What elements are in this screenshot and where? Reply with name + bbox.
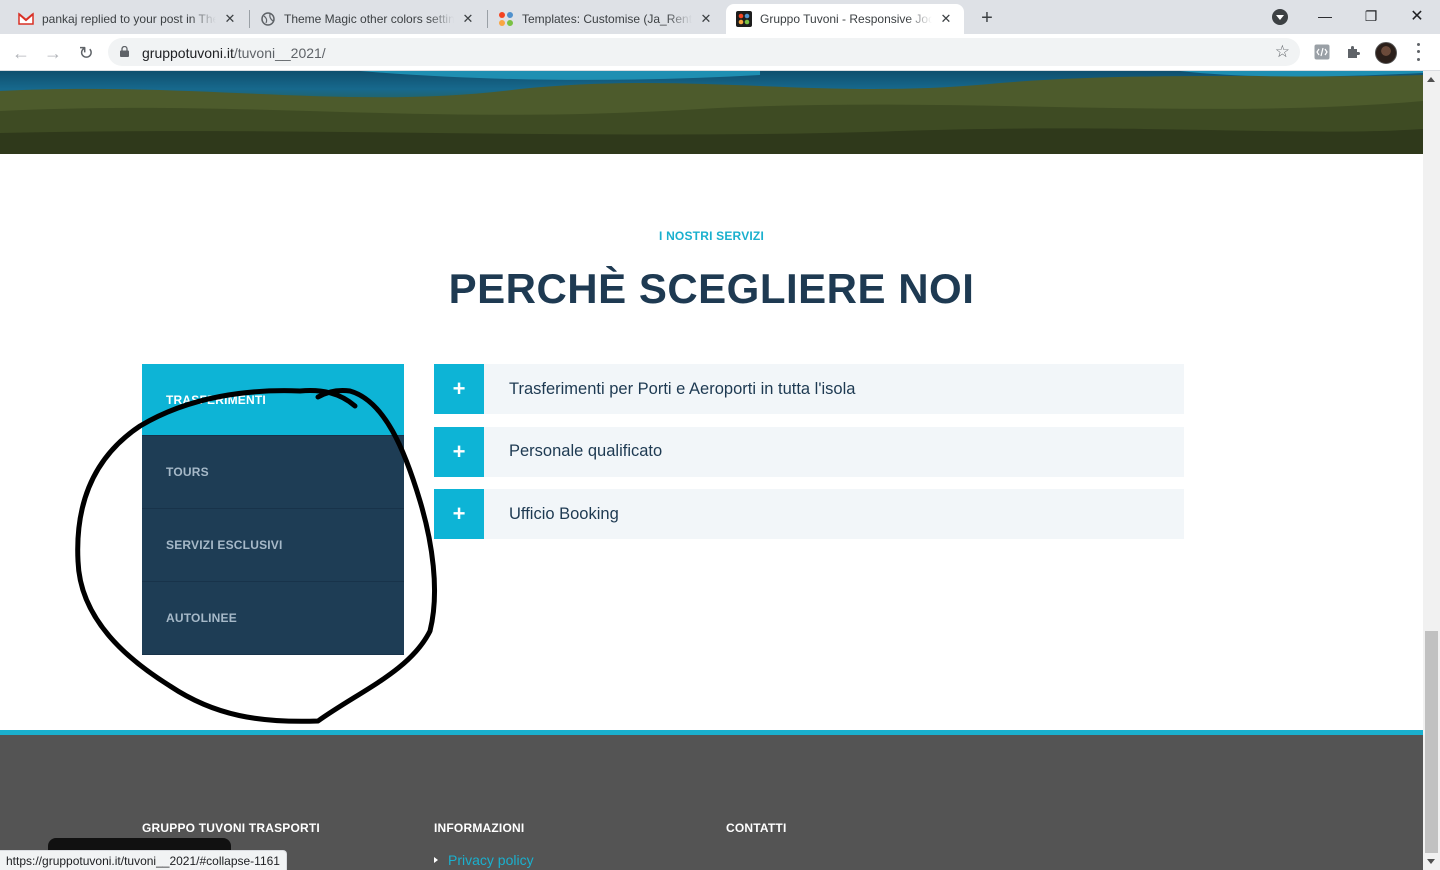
- accordion-item-title[interactable]: Ufficio Booking: [509, 505, 619, 524]
- lock-icon[interactable]: [120, 46, 129, 57]
- minimize-button[interactable]: —: [1302, 0, 1348, 32]
- accordion-item-title[interactable]: Trasferimenti per Porti e Aeroporti in t…: [509, 380, 855, 399]
- browser-toolbar: ← → ↻ gruppotuvoni.it/tuvoni__2021/ ☆: [0, 34, 1440, 71]
- section-title: PERCHÈ SCEGLIERE NOI: [448, 265, 975, 312]
- browser-tab-templates[interactable]: Templates: Customise (Ja_Rent) - ✕: [488, 4, 724, 34]
- privacy-policy-link[interactable]: Privacy policy: [434, 852, 534, 868]
- browser-tab-gmail[interactable]: pankaj replied to your post in The ✕: [8, 4, 248, 34]
- globe-icon: [260, 11, 276, 27]
- restore-button[interactable]: ❐: [1348, 0, 1394, 32]
- link-status-bar: https://gruppotuvoni.it/tuvoni__2021/#co…: [0, 850, 287, 870]
- plus-icon[interactable]: +: [434, 426, 484, 477]
- footer-company-title: GRUPPO TUVONI TRASPORTI: [142, 821, 320, 835]
- service-tabs: TRASFERIMENTI TOURS SERVIZI ESCLUSIVI AU…: [142, 364, 404, 655]
- page-viewport: I NOSTRI SERVIZI PERCHÈ SCEGLIERE NOI TR…: [0, 71, 1423, 870]
- tab-tours[interactable]: TOURS: [142, 436, 404, 509]
- hero-landscape-image: [0, 71, 1423, 154]
- tab-title: Theme Magic other colors setting: [284, 12, 454, 26]
- accordion-item-title[interactable]: Personale qualificato: [509, 442, 662, 461]
- tab-servizi-esclusivi[interactable]: SERVIZI ESCLUSIVI: [142, 509, 404, 582]
- forward-arrow-icon[interactable]: →: [39, 39, 67, 67]
- browser-tab-strip: pankaj replied to your post in The ✕ The…: [0, 0, 1440, 34]
- devtools-extension-icon[interactable]: [1313, 43, 1331, 61]
- close-window-button[interactable]: ✕: [1394, 0, 1440, 32]
- address-bar[interactable]: gruppotuvoni.it/tuvoni__2021/ ☆: [108, 38, 1300, 66]
- page-scrollbar[interactable]: [1423, 71, 1440, 870]
- tab-title: Templates: Customise (Ja_Rent) -: [522, 12, 692, 26]
- joomla-icon: [498, 11, 514, 27]
- tab-title: Gruppo Tuvoni - Responsive Joom: [760, 12, 932, 26]
- browser-menu-icon[interactable]: [1410, 41, 1426, 63]
- back-arrow-icon[interactable]: ←: [7, 39, 35, 67]
- accordion-item[interactable]: + Trasferimenti per Porti e Aeroporti in…: [434, 364, 1184, 414]
- close-icon[interactable]: ✕: [698, 11, 714, 27]
- url-text: gruppotuvoni.it/tuvoni__2021/: [142, 45, 326, 61]
- bookmark-star-icon[interactable]: ☆: [1275, 42, 1290, 62]
- close-icon[interactable]: ✕: [938, 11, 954, 27]
- accordion-item[interactable]: + Personale qualificato: [434, 426, 1184, 477]
- new-tab-button[interactable]: +: [975, 6, 999, 30]
- scroll-down-icon[interactable]: [1427, 859, 1435, 864]
- tab-search-icon[interactable]: [1272, 9, 1288, 25]
- scrollbar-thumb[interactable]: [1425, 631, 1438, 853]
- close-icon[interactable]: ✕: [460, 11, 476, 27]
- browser-tab-gruppo-tuvoni[interactable]: Gruppo Tuvoni - Responsive Joom ✕: [726, 4, 964, 34]
- privacy-policy-label[interactable]: Privacy policy: [448, 852, 534, 868]
- accordion-item[interactable]: + Ufficio Booking: [434, 489, 1184, 539]
- extensions-puzzle-icon[interactable]: [1345, 43, 1363, 61]
- plus-icon[interactable]: +: [434, 489, 484, 539]
- close-icon[interactable]: ✕: [222, 11, 238, 27]
- caret-right-icon: [434, 857, 438, 863]
- scroll-up-icon[interactable]: [1427, 77, 1435, 82]
- footer-info-title: INFORMAZIONI: [434, 821, 525, 835]
- tab-autolinee[interactable]: AUTOLINEE: [142, 582, 404, 655]
- plus-icon[interactable]: +: [434, 364, 484, 414]
- joomla-icon: [736, 11, 752, 27]
- services-accordion: + Trasferimenti per Porti e Aeroporti in…: [434, 364, 1184, 552]
- tab-title: pankaj replied to your post in The: [42, 12, 216, 26]
- reload-icon[interactable]: ↻: [72, 39, 100, 67]
- url-host: gruppotuvoni.it: [142, 45, 234, 61]
- profile-avatar[interactable]: [1375, 42, 1397, 64]
- gmail-icon: [18, 11, 34, 27]
- section-eyebrow: I NOSTRI SERVIZI: [659, 229, 764, 243]
- url-path: /tuvoni__2021/: [233, 45, 326, 61]
- tab-trasferimenti[interactable]: TRASFERIMENTI: [142, 364, 404, 436]
- browser-tab-theme-magic[interactable]: Theme Magic other colors setting ✕: [250, 4, 486, 34]
- footer-contacts-title: CONTATTI: [726, 821, 787, 835]
